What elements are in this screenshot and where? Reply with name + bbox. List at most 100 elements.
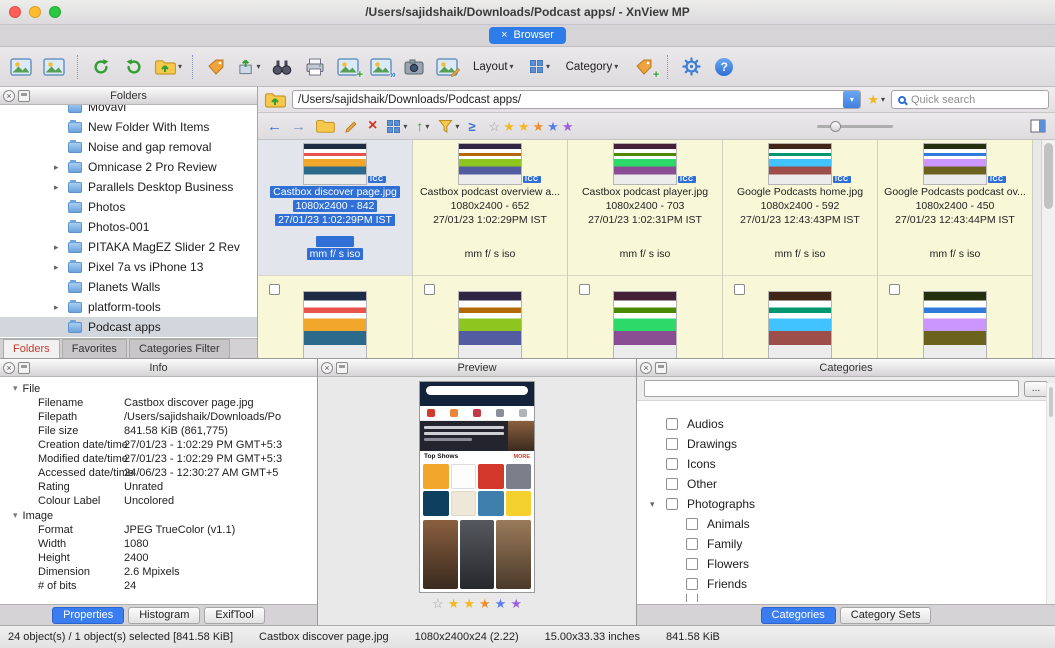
thumbnail-checkbox[interactable] — [889, 284, 900, 295]
find-button[interactable] — [269, 53, 295, 81]
print-button[interactable] — [302, 53, 328, 81]
category-checkbox[interactable] — [666, 498, 678, 510]
browser-mode-button[interactable] — [8, 53, 34, 81]
favorites-button[interactable]: ★ ▾ — [867, 93, 885, 106]
star-icon[interactable]: ★ — [562, 120, 574, 133]
forward-button[interactable]: → — [291, 119, 306, 134]
star-icon[interactable]: ★ — [547, 120, 559, 133]
tab-close-icon[interactable]: × — [501, 30, 507, 41]
category-checkbox[interactable] — [686, 518, 698, 530]
categories-scrollbar[interactable] — [1046, 383, 1055, 604]
category-item[interactable]: Other — [637, 474, 1055, 494]
folder-tree-item[interactable]: ▸Parallels Desktop Business — [0, 177, 257, 197]
close-panel-icon[interactable]: × — [3, 90, 15, 102]
zoom-window-button[interactable] — [49, 6, 61, 18]
thumbnail-cell[interactable]: ICC Google Podcasts home.jpg 1080x2400 -… — [723, 140, 878, 358]
thumbnail-checkbox[interactable] — [734, 284, 745, 295]
thumbnail-checkbox[interactable] — [424, 284, 435, 295]
view-mode-button[interactable]: ▾ — [386, 119, 407, 134]
folder-tree-item[interactable]: ▸Pixel 7a vs iPhone 13 — [0, 257, 257, 277]
up-directory-button[interactable]: ↑▾ — [416, 119, 429, 133]
copy-move-button[interactable]: ▾ — [154, 53, 182, 81]
scrollbar-thumb[interactable] — [1049, 387, 1053, 417]
info-section-image[interactable]: ▾Image — [0, 508, 317, 523]
category-item[interactable]: Icons — [637, 454, 1055, 474]
folder-tree-item[interactable]: New Folder With Items — [0, 117, 257, 137]
thumbnail-cell[interactable]: ICC Google Podcasts podcast ov... 1080x2… — [878, 140, 1033, 358]
thumbnail-size-slider[interactable] — [817, 119, 893, 133]
tab-favorites[interactable]: Favorites — [62, 339, 127, 358]
thumbnail-cell[interactable]: ICC Castbox podcast player.jpg 1080x2400… — [568, 140, 723, 358]
settings-button[interactable] — [678, 53, 704, 81]
category-item[interactable]: ▾Photographs — [637, 494, 1055, 514]
chevron-right-icon[interactable]: ▸ — [54, 162, 59, 173]
close-panel-icon[interactable]: × — [640, 362, 652, 374]
star-icon[interactable]: ★ — [510, 597, 522, 610]
rename-button[interactable] — [344, 119, 359, 134]
folder-tree-item[interactable]: ▸PITAKA MagEZ Slider 2 Rev — [0, 237, 257, 257]
thumbnail-cell[interactable] — [878, 276, 1032, 358]
star-icon[interactable]: ★ — [479, 597, 491, 610]
rotate-right-button[interactable] — [121, 53, 147, 81]
minimize-window-button[interactable] — [29, 6, 41, 18]
delete-button[interactable]: × — [368, 118, 377, 134]
export-button[interactable]: ▾ — [236, 53, 262, 81]
rotate-left-button[interactable] — [88, 53, 114, 81]
thumbnail-cell[interactable]: ICC Castbox podcast overview a... 1080x2… — [413, 140, 568, 358]
chevron-right-icon[interactable]: ▸ — [54, 302, 59, 313]
scrollbar-thumb[interactable] — [1044, 143, 1053, 209]
panel-toggle-button[interactable] — [1030, 119, 1046, 133]
folder-tree-item-selected[interactable]: Podcast apps — [0, 317, 257, 337]
convert-button[interactable]: » — [368, 53, 394, 81]
category-checkbox[interactable] — [686, 578, 698, 590]
star-icon[interactable]: ★ — [448, 597, 460, 610]
help-button[interactable]: ? — [711, 53, 737, 81]
category-menu-button[interactable]: Category▾ — [560, 53, 625, 81]
category-checkbox[interactable] — [666, 458, 678, 470]
chevron-right-icon[interactable]: ▸ — [54, 262, 59, 273]
tab-browser[interactable]: × Browser — [489, 27, 566, 44]
chevron-down-icon[interactable]: ▾ — [13, 510, 18, 521]
chevron-right-icon[interactable]: ▸ — [54, 182, 59, 193]
close-window-button[interactable] — [9, 6, 21, 18]
filter-button[interactable]: ▾ — [438, 119, 459, 134]
edit-button[interactable] — [434, 53, 460, 81]
categories-more-button[interactable]: ... — [1024, 381, 1048, 397]
tab-categories[interactable]: Categories — [761, 607, 836, 624]
assign-category-button[interactable]: + — [631, 53, 657, 81]
category-checkbox[interactable] — [666, 478, 678, 490]
category-checkbox[interactable] — [666, 418, 678, 430]
category-item[interactable]: Animals — [637, 514, 1055, 534]
capture-button[interactable] — [401, 53, 427, 81]
detach-panel-icon[interactable] — [18, 362, 30, 374]
category-checkbox[interactable] — [686, 538, 698, 550]
folder-tree-item[interactable]: Planets Walls — [0, 277, 257, 297]
new-folder-button[interactable] — [315, 118, 335, 134]
folder-tree-item[interactable]: Photos — [0, 197, 257, 217]
path-input[interactable] — [298, 94, 843, 106]
chevron-right-icon[interactable]: ▸ — [54, 242, 59, 253]
layout-menu-button[interactable]: Layout▾ — [467, 53, 520, 81]
category-checkbox[interactable] — [686, 594, 698, 602]
view-layout-button[interactable]: ▾ — [527, 53, 553, 81]
viewer-mode-button[interactable] — [41, 53, 67, 81]
detach-panel-icon[interactable] — [18, 90, 30, 102]
thumbnail-cell[interactable] — [723, 276, 877, 358]
chevron-down-icon[interactable]: ▾ — [13, 383, 18, 394]
category-item[interactable]: Flowers — [637, 554, 1055, 574]
tab-categories-filter[interactable]: Categories Filter — [129, 339, 230, 358]
tab-category-sets[interactable]: Category Sets — [840, 607, 932, 624]
info-section-file[interactable]: ▾File — [0, 381, 317, 396]
star-outline-icon[interactable]: ☆ — [489, 120, 501, 133]
thumbnail-checkbox[interactable] — [579, 284, 590, 295]
back-button[interactable]: ← — [267, 119, 282, 134]
thumbnail-cell[interactable] — [258, 276, 412, 358]
folder-tree-item[interactable]: ▸Omnicase 2 Pro Review — [0, 157, 257, 177]
category-item[interactable]: Audios — [637, 414, 1055, 434]
chevron-down-icon[interactable]: ▾ — [650, 499, 655, 510]
category-item[interactable] — [637, 594, 1055, 602]
folder-tree-item[interactable]: Photos-001 — [0, 217, 257, 237]
categories-search-input[interactable] — [644, 380, 1019, 397]
thumbnail-cell-selected[interactable]: ICC Castbox discover page.jpg 1080x2400 … — [258, 140, 413, 358]
star-icon[interactable]: ★ — [463, 597, 475, 610]
